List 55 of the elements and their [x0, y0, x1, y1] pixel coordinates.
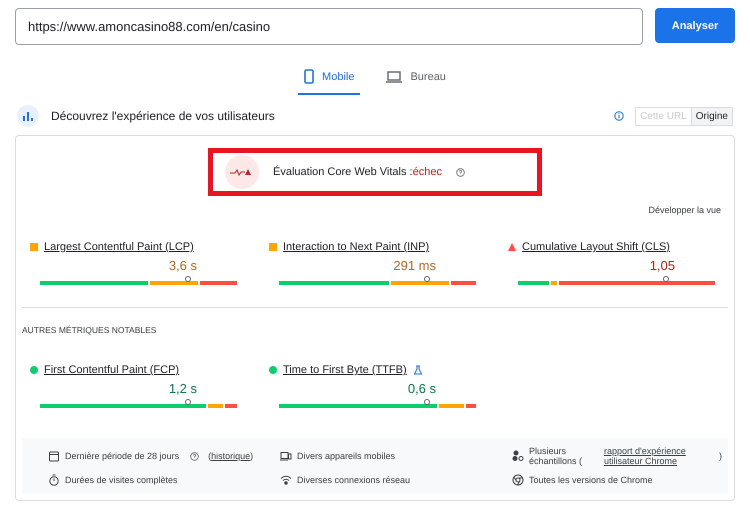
metric-link[interactable]: Interaction to Next Paint (INP) [283, 241, 430, 253]
url-field[interactable]: https://www.amoncasino88.com/en/casino [15, 8, 643, 45]
bar-segment [466, 404, 476, 408]
metric-link[interactable]: First Contentful Paint (FCP) [44, 364, 180, 376]
bar-segment [150, 281, 198, 285]
assessment-text: Évaluation Core Web Vitals :échec [273, 166, 442, 178]
timer-icon [48, 474, 60, 486]
bar-segment [200, 281, 237, 285]
info-icon[interactable] [614, 111, 624, 121]
bar-segment [450, 281, 476, 285]
bar-segment [518, 281, 549, 285]
device-tab[interactable]: Mobile [298, 65, 360, 95]
marker-pin [424, 399, 430, 405]
users-chart-icon [17, 105, 39, 127]
bar-segment [391, 281, 449, 285]
scope-toggle[interactable]: Origine [690, 106, 733, 126]
device-tab[interactable]: Bureau [380, 65, 452, 95]
metric-value: 3,6 s [168, 259, 197, 273]
metric-link[interactable]: Cumulative Layout Shift (CLS) [522, 241, 670, 253]
bar-segment [225, 404, 238, 408]
marker-pin [662, 276, 669, 282]
footer-text: Plusieurs échantillons ( [529, 446, 584, 466]
bar-segment [550, 281, 557, 285]
metric-link[interactable]: Largest Contentful Paint (LCP) [44, 241, 194, 253]
section-title: Découvrez l'expérience de vos utilisateurs [51, 109, 276, 123]
metric-value: 291 ms [393, 259, 436, 273]
dots-icon [512, 450, 524, 462]
footer-text: ) [719, 451, 722, 461]
devices-icon [280, 450, 292, 462]
footer-text: Durées de visites complètes [65, 475, 178, 485]
section-heading: AUTRES MÉTRIQUES NOTABLES [22, 325, 156, 335]
bar-segment [439, 404, 464, 408]
chrome-icon [512, 474, 524, 486]
metric-link[interactable]: Time to First Byte (TTFB) [283, 364, 407, 376]
metric-value: 0,6 s [408, 382, 436, 396]
footer-text: Dernière période de 28 jours [65, 451, 180, 461]
metric-value: 1,05 [650, 259, 675, 273]
laptop-icon [386, 70, 402, 82]
marker-pin [424, 276, 430, 282]
phone-icon [304, 69, 314, 84]
report-link[interactable]: rapport d'expérience utilisateur Chrome [604, 446, 714, 466]
bar-segment [208, 404, 224, 408]
history-link[interactable]: (historique) [208, 451, 254, 461]
expand-link[interactable]: Développer la vue [648, 205, 721, 215]
wifi-icon [280, 474, 292, 486]
analyze-button[interactable]: Analyser [655, 8, 735, 43]
marker-pin [184, 276, 191, 282]
footer-text: Toutes les versions de Chrome [529, 475, 653, 485]
footer-text: Diverses connexions réseau [297, 475, 410, 485]
help-icon[interactable] [190, 452, 200, 460]
footer-text: Divers appareils mobiles [297, 451, 396, 461]
calendar-icon [48, 450, 60, 462]
marker-pin [184, 399, 191, 405]
help-icon[interactable] [456, 168, 465, 176]
metric-value: 1,2 s [168, 382, 197, 396]
